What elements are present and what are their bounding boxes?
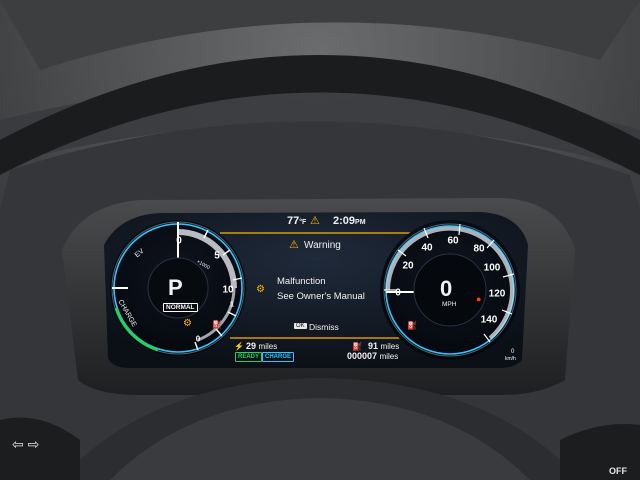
power-tick-0: 0 [176, 235, 182, 247]
power-tick-5: 5 [214, 250, 220, 262]
ev-range-icon: ⚡ [234, 342, 244, 351]
temperature-unit: °F [299, 219, 307, 226]
speed-tick-60: 60 [447, 235, 459, 247]
right-off-button[interactable]: OFF [609, 466, 627, 476]
speed-tick-120: 120 [488, 288, 506, 300]
total-range-unit: miles [380, 342, 400, 351]
charge-badge: CHARGE [262, 352, 295, 362]
total-range-value: 91 [368, 341, 379, 351]
fuel-level-icon: ⛽ [407, 321, 417, 330]
dismiss-button[interactable]: Dismiss [309, 322, 339, 332]
total-range: 91 miles [368, 341, 399, 351]
odometer-unit: miles [379, 352, 399, 361]
odometer-value: 000007 [347, 351, 378, 361]
speed-tick-100: 100 [483, 262, 501, 274]
ready-badge: READY [235, 352, 263, 362]
total-range-icon: ⛽ [352, 342, 362, 351]
warning-title: Warning [304, 240, 341, 251]
speed-tick-20: 20 [402, 260, 414, 272]
dismiss-ok-badge[interactable]: OK [294, 323, 307, 329]
warning-line-2: See Owner's Manual [277, 291, 365, 302]
lane-arrows-button[interactable]: ⇦ ⇨ [12, 436, 39, 453]
speed-tick-40: 40 [421, 242, 433, 254]
temperature-value: 77 [287, 215, 300, 227]
kmh-unit: km/h [505, 356, 516, 362]
brake-warning-icon: ● [476, 294, 482, 304]
power-tick-0-bottom: 0 [195, 334, 201, 344]
drive-mode-badge: NORMAL [163, 303, 198, 312]
engine-warning-icon: ⚙ [183, 318, 192, 329]
kmh-zero: 0 [511, 349, 515, 355]
power-tick-1: 1 [230, 301, 234, 309]
speed-tick-140: 140 [480, 314, 498, 326]
clock-readout: 2:09PM [333, 215, 366, 227]
clock-time: 2:09 [333, 215, 356, 227]
speed-unit: MPH [442, 301, 457, 308]
odometer: 000007 miles [347, 351, 398, 361]
power-tick-10: 10 [222, 284, 234, 296]
ev-range-unit: miles [258, 342, 278, 351]
warning-icon: ⚠ [289, 239, 299, 251]
ev-range: 29 miles [246, 341, 277, 351]
clock-suffix: PM [355, 219, 366, 226]
speed-tick-0: 0 [395, 287, 401, 299]
malfunction-icon: ⚙ [256, 284, 265, 295]
warning-triangle-icon: ⚠ [310, 215, 320, 227]
fuel-pump-icon: ⛽ [212, 320, 222, 329]
temperature-readout: 77°F [287, 215, 306, 227]
speed-value: 0 [440, 276, 453, 301]
gear-indicator: P [168, 275, 183, 300]
speed-tick-80: 80 [473, 243, 485, 255]
warning-line-1: Malfunction [277, 276, 326, 287]
ev-range-value: 29 [246, 341, 257, 351]
